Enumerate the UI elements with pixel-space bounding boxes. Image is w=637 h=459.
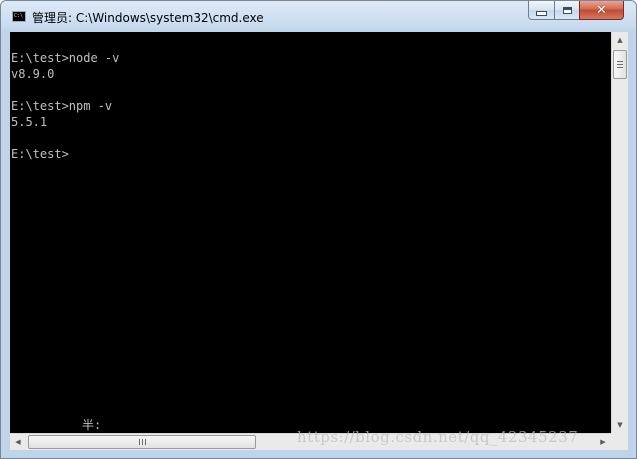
maximize-button[interactable] (554, 1, 580, 20)
title-bar[interactable]: C:\ 管理员: C:\Windows\system32\cmd.exe ✕ (1, 1, 636, 32)
vertical-scroll-thumb[interactable] (613, 50, 627, 79)
ime-status-text: 半: (82, 418, 102, 432)
vertical-scrollbar[interactable]: ▲ ▼ (611, 32, 628, 433)
watermark-text: https://blog.csdn.net/qq_42345237 (297, 428, 579, 446)
console-output[interactable]: E:\test>node -v v8.9.0 E:\test>npm -v 5.… (10, 32, 611, 433)
scroll-right-icon[interactable]: ▶ (595, 434, 611, 450)
cmd-window: C:\ 管理员: C:\Windows\system32\cmd.exe ✕ E… (0, 0, 637, 459)
scroll-left-icon[interactable]: ◀ (10, 434, 26, 450)
console-line: v8.9.0 (11, 67, 55, 81)
maximize-icon (562, 6, 572, 14)
close-icon: ✕ (596, 2, 607, 18)
scroll-up-icon[interactable]: ▲ (612, 32, 628, 48)
minimize-icon (536, 10, 547, 16)
console-line: E:\test>node -v (11, 51, 120, 65)
minimize-button[interactable] (528, 1, 555, 20)
console-prompt: E:\test> (11, 147, 69, 161)
scroll-down-icon[interactable]: ▼ (612, 417, 628, 433)
console-line: 5.5.1 (11, 115, 48, 129)
console-line: E:\test>npm -v (11, 99, 113, 113)
window-title: 管理员: C:\Windows\system32\cmd.exe (32, 11, 264, 25)
cmd-icon[interactable]: C:\ (12, 11, 26, 22)
scrollbar-corner (611, 433, 628, 450)
close-button[interactable]: ✕ (579, 1, 624, 20)
horizontal-scroll-thumb[interactable] (28, 435, 256, 449)
